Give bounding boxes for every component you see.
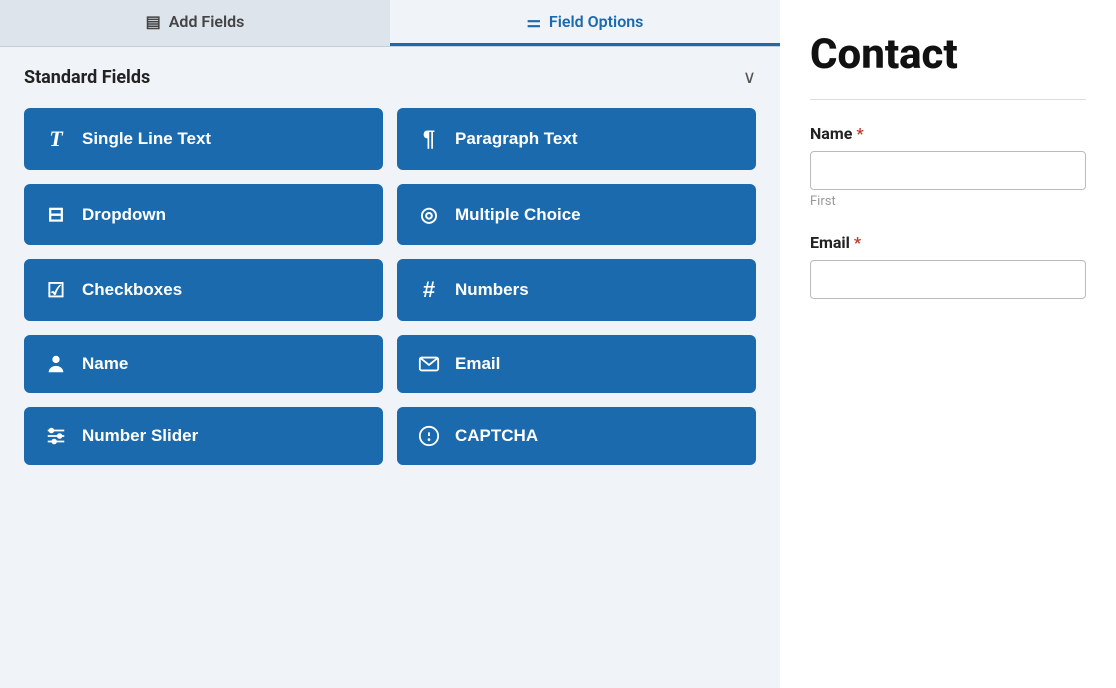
form-title: Contact [810,30,1086,79]
field-btn-multiple-choice-label: Multiple Choice [455,205,581,225]
name-label: Name * [810,124,1086,143]
tab-field-options-label: Field Options [549,12,643,31]
right-panel: Contact Name * First Email * [780,0,1116,688]
field-btn-captcha[interactable]: CAPTCHA [397,407,756,465]
name-input[interactable] [810,151,1086,190]
checkboxes-icon: ☑ [44,278,68,303]
field-btn-number-slider[interactable]: Number Slider [24,407,383,465]
field-btn-single-line-text[interactable]: T Single Line Text [24,108,383,170]
fields-grid: T Single Line Text ¶ Paragraph Text ⊟ Dr… [24,108,756,465]
field-btn-checkboxes-label: Checkboxes [82,280,182,300]
dropdown-icon: ⊟ [44,202,68,227]
tab-add-fields-label: Add Fields [169,12,245,31]
number-slider-icon [44,425,68,447]
form-preview: Contact Name * First Email * [780,0,1116,688]
captcha-icon [417,425,441,447]
section-header: Standard Fields ∨ [24,67,756,88]
name-field-icon [44,353,68,375]
panel-body: Standard Fields ∨ T Single Line Text ¶ P… [0,47,780,688]
field-btn-checkboxes[interactable]: ☑ Checkboxes [24,259,383,321]
field-btn-paragraph-text[interactable]: ¶ Paragraph Text [397,108,756,170]
tab-add-fields[interactable]: ▤ Add Fields [0,0,390,46]
field-options-tab-icon: ⚌ [527,12,541,31]
section-title: Standard Fields [24,67,150,88]
field-btn-name[interactable]: Name [24,335,383,393]
name-hint: First [810,194,1086,209]
form-divider [810,99,1086,100]
email-label-text: Email [810,233,850,252]
field-btn-name-label: Name [82,354,128,374]
paragraph-text-icon: ¶ [417,126,441,152]
tab-field-options[interactable]: ⚌ Field Options [390,0,780,46]
field-btn-single-line-text-label: Single Line Text [82,129,211,149]
tabs-header: ▤ Add Fields ⚌ Field Options [0,0,780,47]
chevron-down-icon[interactable]: ∨ [743,67,756,88]
field-btn-numbers-label: Numbers [455,280,529,300]
field-btn-captcha-label: CAPTCHA [455,426,538,446]
add-fields-tab-icon: ▤ [146,12,161,31]
left-panel: ▤ Add Fields ⚌ Field Options Standard Fi… [0,0,780,688]
email-input[interactable] [810,260,1086,299]
numbers-icon: # [417,277,441,303]
email-label: Email * [810,233,1086,252]
email-icon [417,353,441,375]
field-btn-email[interactable]: Email [397,335,756,393]
email-required-star: * [854,233,861,252]
single-line-text-icon: T [44,126,68,152]
field-btn-multiple-choice[interactable]: ◎ Multiple Choice [397,184,756,245]
field-btn-email-label: Email [455,354,500,374]
multiple-choice-icon: ◎ [417,202,441,227]
name-label-text: Name [810,124,852,143]
name-required-star: * [856,124,863,143]
field-btn-dropdown[interactable]: ⊟ Dropdown [24,184,383,245]
form-field-email: Email * [810,233,1086,299]
field-btn-paragraph-text-label: Paragraph Text [455,129,578,149]
form-field-name: Name * First [810,124,1086,209]
field-btn-number-slider-label: Number Slider [82,426,198,446]
field-btn-dropdown-label: Dropdown [82,205,166,225]
field-btn-numbers[interactable]: # Numbers [397,259,756,321]
